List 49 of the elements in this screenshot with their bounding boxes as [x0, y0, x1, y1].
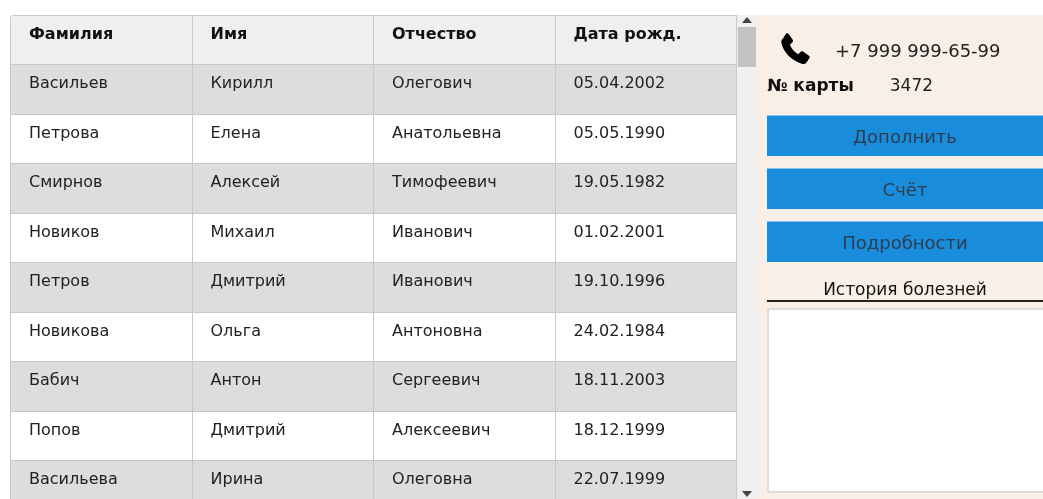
table-cell: 01.02.2001 [555, 213, 737, 263]
table-cell: Алексей [192, 164, 374, 214]
history-label: История болезней [767, 278, 1043, 302]
column-header[interactable]: Дата рожд. [555, 16, 737, 65]
scrollbar-thumb[interactable] [738, 27, 756, 67]
table-cell: Васильева [11, 461, 193, 499]
table-cell: Новиков [11, 213, 193, 263]
table-cell: Петров [11, 263, 193, 313]
table-cell: Елена [192, 114, 374, 164]
scroll-up-icon[interactable] [742, 17, 752, 23]
table-cell: Алексеевич [374, 411, 556, 461]
card-label: № карты [767, 75, 854, 95]
table-cell: Новикова [11, 312, 193, 362]
table-cell: 19.05.1982 [555, 164, 737, 214]
table-cell: 24.02.1984 [555, 312, 737, 362]
column-header[interactable]: Имя [192, 16, 374, 65]
table-cell: Ирина [192, 461, 374, 499]
history-field[interactable] [767, 308, 1043, 493]
table-cell: Попов [11, 411, 193, 461]
column-header[interactable]: Отчество [374, 16, 556, 65]
table-cell: Иванович [374, 263, 556, 313]
table-cell: 19.10.1996 [555, 263, 737, 313]
table-cell: Олеговна [374, 461, 556, 499]
scrollbar[interactable] [737, 15, 757, 499]
table-cell: Бабич [11, 362, 193, 412]
table-cell: Михаил [192, 213, 374, 263]
table-cell: Анатольевна [374, 114, 556, 164]
table-cell: Иванович [374, 213, 556, 263]
column-header[interactable]: Фамилия [11, 16, 193, 65]
table-cell: Олегович [374, 65, 556, 115]
table-cell: 05.04.2002 [555, 65, 737, 115]
table-cell: Антоновна [374, 312, 556, 362]
table-cell: 18.12.1999 [555, 411, 737, 461]
table-cell: Кирилл [192, 65, 374, 115]
table-cell: 05.05.1990 [555, 114, 737, 164]
scroll-down-icon[interactable] [742, 491, 752, 497]
table-cell: Петрова [11, 114, 193, 164]
table-cell: Антон [192, 362, 374, 412]
card-number: 3472 [889, 75, 934, 95]
table-cell: Смирнов [11, 164, 193, 214]
table-cell: Ольга [192, 312, 374, 362]
table-cell: 18.11.2003 [555, 362, 737, 412]
table-cell: Сергеевич [374, 362, 556, 412]
table-cell: Дмитрий [192, 411, 374, 461]
table-cell: Дмитрий [192, 263, 374, 313]
table-cell: Васильев [11, 65, 193, 115]
table-cell: 22.07.1999 [555, 461, 737, 499]
phone-number: +7 999 999-65-99 [835, 39, 1001, 61]
table-cell: Тимофеевич [374, 164, 556, 214]
